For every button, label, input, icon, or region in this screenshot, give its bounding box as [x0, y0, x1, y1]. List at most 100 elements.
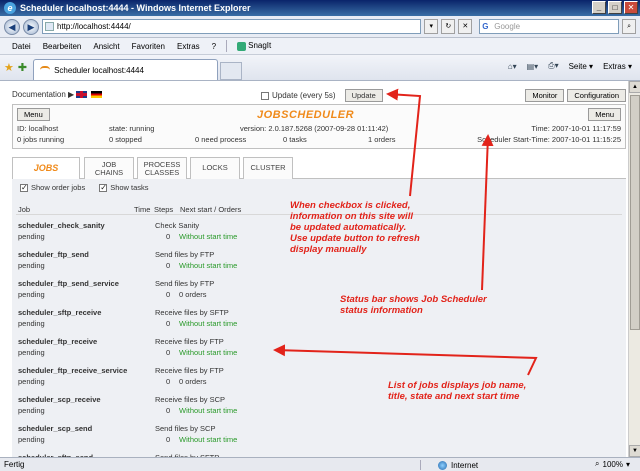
tab-cluster[interactable]: CLUSTER [243, 157, 293, 179]
job-row[interactable]: scheduler_ftp_send_service Send files by … [16, 275, 622, 303]
documentation-link[interactable]: Documentation ▶ [12, 90, 74, 99]
vertical-scrollbar[interactable]: ▲ ▼ [628, 81, 640, 457]
status-cell [420, 460, 434, 470]
search-placeholder: Google [494, 22, 521, 31]
show-tasks-option[interactable]: Show tasks [99, 183, 149, 192]
job-steps: 0 [166, 232, 171, 241]
job-next-start: Without start time [179, 406, 238, 415]
favorites-star-icon[interactable]: ★ [4, 61, 14, 74]
job-steps: 0 [166, 406, 171, 415]
job-name[interactable]: scheduler_scp_receive [18, 395, 101, 404]
page-menu-label: Seite [568, 61, 587, 71]
job-title: Send files by SCP [155, 424, 216, 433]
job-next-start: Without start time [179, 435, 238, 444]
page-menu[interactable]: Seite ▾ [569, 62, 593, 71]
minimize-button[interactable]: _ [592, 1, 606, 14]
search-input[interactable]: G Google [479, 19, 620, 34]
monitor-button[interactable]: Monitor [525, 89, 565, 102]
job-name[interactable]: scheduler_ftp_receive [18, 337, 97, 346]
auto-update-checkbox[interactable] [261, 91, 269, 100]
refresh-button[interactable]: ↻ [441, 19, 456, 34]
scheduler-version: version: 2.0.187.5268 (2007-09-28 01:11:… [240, 124, 389, 133]
column-time: Time [134, 205, 151, 214]
job-row[interactable]: scheduler_scp_send Send files by SCP pendi… [16, 420, 622, 448]
zoom-control[interactable]: ⌕ 100% ▾ [595, 459, 630, 469]
job-state: pending [18, 377, 45, 386]
address-input[interactable]: http://localhost:4444/ [41, 19, 422, 34]
new-tab-button[interactable] [220, 61, 243, 80]
back-button[interactable]: ◀ [4, 18, 20, 35]
home-icon[interactable]: ⌂▾ [508, 62, 517, 71]
auto-update-label: Update (every 5s) [272, 91, 336, 100]
show-tasks-checkbox[interactable] [99, 183, 108, 192]
job-state: pending [18, 290, 45, 299]
job-row[interactable]: scheduler_sftp_receive Receive files by S… [16, 304, 622, 332]
stop-button[interactable]: ✕ [458, 19, 473, 34]
zoom-level: 100% [602, 459, 623, 469]
maximize-button[interactable]: □ [608, 1, 622, 14]
scheduler-page: Documentation ▶ Update (every 5s) Update… [12, 87, 626, 457]
job-steps: 0 [166, 348, 171, 357]
scheduler-menu-button[interactable]: Menu [17, 108, 50, 121]
print-icon[interactable]: ⎙▾ [548, 61, 558, 71]
window-title-bar: e Scheduler localhost:4444 - Windows Int… [0, 0, 640, 16]
search-go-button[interactable]: ⌕ [622, 19, 637, 34]
job-name[interactable]: scheduler_check_sanity [18, 221, 105, 230]
job-state: pending [18, 232, 45, 241]
snagit-button[interactable]: SnagIt [231, 41, 277, 51]
column-next-start: Next start / Orders [180, 205, 242, 214]
zoom-magnifier-icon: ⌕ [595, 459, 600, 468]
status-text: Fertig [4, 460, 25, 469]
job-next-start: 0 orders [179, 290, 207, 299]
tab-jobs[interactable]: JOBS [12, 157, 80, 180]
column-job: Job [18, 205, 31, 214]
address-dropdown-button[interactable]: ▾ [424, 19, 439, 34]
menu-help[interactable]: ? [206, 42, 222, 51]
scroll-thumb[interactable] [630, 95, 640, 330]
job-row[interactable]: scheduler_ftp_receive Receive files by FT… [16, 333, 622, 361]
add-favorites-icon[interactable]: ✚ [18, 61, 27, 74]
job-next-start: Without start time [179, 319, 238, 328]
job-next-start: Without start time [179, 232, 238, 241]
scroll-down-arrow[interactable]: ▼ [629, 445, 640, 457]
zoom-dropdown-icon: ▾ [625, 459, 630, 469]
job-state: pending [18, 435, 45, 444]
job-name[interactable]: scheduler_sftp_receive [18, 308, 101, 317]
job-name[interactable]: scheduler_ftp_send [18, 250, 89, 259]
scheduler-id: ID: localhost [17, 124, 59, 133]
update-button[interactable]: Update [344, 89, 383, 102]
german-flag-icon[interactable] [91, 90, 103, 98]
forward-button[interactable]: ▶ [22, 18, 39, 35]
job-name[interactable]: scheduler_scp_send [18, 424, 92, 433]
browser-tab[interactable]: Scheduler localhost:4444 [33, 59, 219, 80]
scheduler-tabs: JOBS JOB CHAINS PROCESS CLASSES LOCKS CL… [12, 157, 626, 180]
tools-menu[interactable]: Extras ▾ [603, 62, 632, 71]
configuration-button[interactable]: Configuration [567, 89, 626, 102]
feeds-icon[interactable]: ▤▾ [527, 62, 539, 71]
show-order-jobs-checkbox[interactable] [20, 183, 28, 192]
job-row[interactable]: scheduler_sftp_sendSend files by SFTPpen… [16, 449, 622, 457]
show-order-jobs-option[interactable]: Show order jobs [20, 183, 85, 192]
job-name[interactable]: scheduler_ftp_send_service [18, 279, 119, 288]
menu-datei[interactable]: Datei [6, 42, 37, 51]
job-options: Show order jobs Show tasks [20, 183, 149, 192]
tab-locks[interactable]: LOCKS [190, 157, 240, 179]
job-name[interactable]: scheduler_ftp_receive_service [18, 366, 127, 375]
scroll-up-arrow[interactable]: ▲ [629, 81, 640, 93]
menu-bearbeiten[interactable]: Bearbeiten [37, 42, 88, 51]
job-steps: 0 [166, 377, 171, 386]
close-button[interactable]: ✕ [624, 1, 638, 14]
menu-favoriten[interactable]: Favoriten [126, 42, 171, 51]
job-row[interactable]: scheduler_ftp_receive_service Receive fil… [16, 362, 622, 390]
tab-process-classes[interactable]: PROCESS CLASSES [137, 157, 187, 179]
menu-extras[interactable]: Extras [171, 42, 206, 51]
scheduler-menu-button-right[interactable]: Menu [588, 108, 621, 121]
english-flag-icon[interactable] [76, 90, 88, 98]
scheduler-time: Time: 2007-10-01 11:17:59 [531, 124, 621, 133]
tab-job-chains[interactable]: JOB CHAINS [84, 157, 134, 179]
jobs-running-count: 0 jobs running [17, 135, 65, 144]
column-steps: Steps [154, 205, 174, 214]
menu-ansicht[interactable]: Ansicht [87, 42, 125, 51]
annotation-joblist: List of jobs displays job name, title, s… [388, 380, 527, 402]
job-row[interactable]: scheduler_scp_receive Receive files by SC… [16, 391, 622, 419]
